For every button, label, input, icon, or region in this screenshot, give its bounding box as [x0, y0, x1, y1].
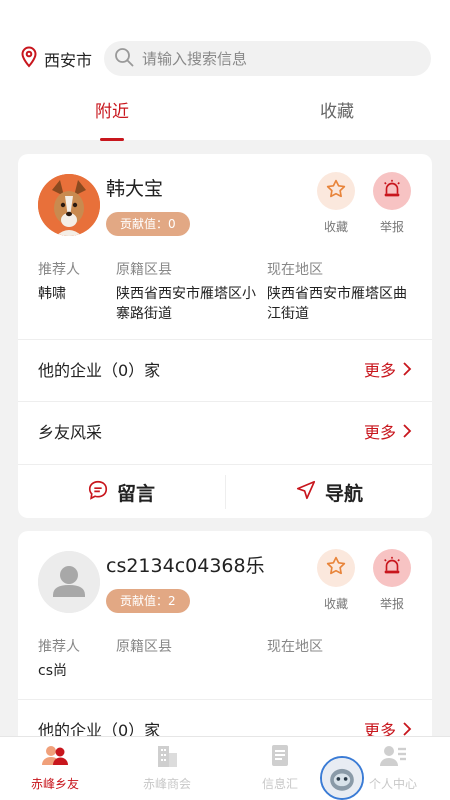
navigation-arrow-icon: [295, 479, 325, 506]
tab-label: 信息汇: [261, 777, 298, 791]
recommender-value: 韩啸: [38, 286, 66, 302]
document-icon: [235, 743, 325, 769]
hometown-row[interactable]: 乡友风采 更多: [18, 401, 432, 463]
more-link[interactable]: 更多: [364, 402, 412, 464]
tab-favorites[interactable]: 收藏: [277, 90, 397, 140]
alarm-icon: [381, 555, 403, 581]
tab-information[interactable]: 信息汇: [235, 743, 325, 792]
member-card: 韩大宝 贡献值：0 收藏 举报 推荐人 原籍区县 现在地区 韩啸 陕西省西安市雁…: [18, 154, 432, 518]
people-icon: [10, 743, 100, 769]
more-link[interactable]: 更多: [364, 340, 412, 402]
hometown-row-label: 乡友风采: [38, 423, 103, 442]
chevron-right-icon: [396, 402, 412, 464]
location-text: 西安市: [44, 51, 93, 70]
navigate-button[interactable]: 导航: [226, 465, 432, 518]
alarm-icon: [381, 178, 403, 204]
favorite-label: 收藏: [323, 220, 348, 234]
recommender-value: cs尚: [38, 663, 67, 679]
report-label: 举报: [379, 220, 404, 234]
favorite-button[interactable]: 收藏: [314, 172, 358, 235]
tab-chamber-of-commerce[interactable]: 赤峰商会: [122, 743, 212, 792]
company-row[interactable]: 他的企业（0）家 更多: [18, 339, 432, 401]
contribution-badge: 贡献值：0: [106, 212, 190, 236]
member-card: cs2134c04368乐 贡献值：2 收藏 举报 推荐人 原籍区县 现在地区 …: [18, 531, 432, 761]
tab-label: 赤峰商会: [142, 777, 191, 791]
avatar[interactable]: [38, 174, 100, 236]
report-button[interactable]: 举报: [370, 172, 414, 235]
more-label: 更多: [363, 423, 396, 442]
star-icon: [325, 555, 347, 581]
message-label: 留言: [116, 482, 155, 505]
favorite-label: 收藏: [323, 597, 348, 611]
location-pin-icon: [20, 46, 38, 72]
message-button[interactable]: 留言: [18, 465, 224, 518]
building-icon: [122, 743, 212, 769]
floating-assistant-button[interactable]: [320, 756, 364, 800]
tab-nearby[interactable]: 附近: [52, 90, 172, 140]
star-icon: [325, 178, 347, 204]
contribution-badge: 贡献值：2: [106, 589, 190, 613]
avatar[interactable]: [38, 551, 100, 613]
report-button[interactable]: 举报: [370, 549, 414, 612]
profile-icon: [348, 743, 438, 769]
member-name: cs2134c04368乐: [106, 555, 265, 577]
chevron-right-icon: [396, 340, 412, 402]
tab-chifeng-friends[interactable]: 赤峰乡友: [10, 743, 100, 792]
recommender-header: 推荐人: [38, 262, 80, 278]
search-icon: [114, 47, 134, 71]
current-region-header: 现在地区: [267, 262, 323, 278]
tab-label: 赤峰乡友: [30, 777, 79, 791]
location-selector[interactable]: 西安市: [20, 46, 92, 72]
search-input[interactable]: [142, 49, 402, 68]
origin-header: 原籍区县: [116, 639, 172, 655]
origin-value: 陕西省西安市雁塔区小寨路街道: [116, 286, 256, 322]
search-bar[interactable]: [104, 41, 431, 76]
navigate-label: 导航: [324, 482, 363, 505]
bottom-tab-bar: 赤峰乡友 赤峰商会 信息汇 个人中心: [0, 736, 450, 800]
card-actions: 留言 导航: [18, 464, 432, 518]
header: 西安市 附近 收藏: [0, 0, 450, 141]
company-row-label: 他的企业（0）家: [38, 361, 161, 380]
chat-bubble-icon: [87, 479, 117, 506]
recommender-header: 推荐人: [38, 639, 80, 655]
tab-bar: 附近 收藏: [0, 90, 450, 141]
more-label: 更多: [363, 361, 396, 380]
favorite-button[interactable]: 收藏: [314, 549, 358, 612]
report-label: 举报: [379, 597, 404, 611]
current-region-value: 陕西省西安市雁塔区曲江街道: [267, 286, 407, 322]
member-name: 韩大宝: [106, 178, 164, 200]
origin-header: 原籍区县: [116, 262, 172, 278]
tab-active-indicator: [100, 138, 124, 141]
current-region-header: 现在地区: [267, 639, 323, 655]
